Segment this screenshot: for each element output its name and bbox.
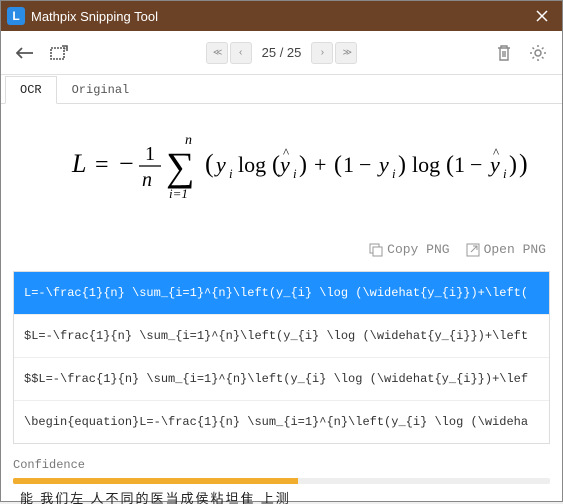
svg-text:i=1: i=1: [169, 186, 188, 201]
titlebar: L Mathpix Snipping Tool: [1, 1, 562, 31]
app-logo: L: [7, 7, 25, 25]
svg-text:1: 1: [343, 152, 354, 177]
svg-text:y: y: [278, 152, 290, 177]
svg-text:∑: ∑: [166, 144, 195, 189]
window-title: Mathpix Snipping Tool: [31, 9, 522, 24]
open-png-label: Open PNG: [484, 242, 546, 257]
list-item[interactable]: \begin{equation}L=-\frac{1}{n} \sum_{i=1…: [14, 400, 549, 443]
formula-display: L = − 1 n n ∑ i=1 ( y i log ( ^ y i ) + …: [1, 104, 562, 234]
tab-ocr[interactable]: OCR: [5, 76, 57, 104]
confidence-bar-fill: [13, 478, 298, 484]
confidence-label: Confidence: [13, 458, 550, 472]
close-button[interactable]: [522, 1, 562, 31]
svg-text:i: i: [229, 166, 233, 181]
close-icon: [536, 10, 548, 22]
tabs: OCR Original: [1, 75, 562, 104]
settings-button[interactable]: [524, 39, 552, 67]
gear-icon: [529, 44, 547, 62]
tab-original[interactable]: Original: [57, 76, 145, 104]
svg-text:i: i: [503, 166, 507, 181]
copy-icon: [369, 243, 383, 257]
copy-png-button[interactable]: Copy PNG: [369, 242, 449, 257]
svg-text:+: +: [314, 152, 326, 177]
confidence-bar: [13, 478, 550, 484]
snip-button[interactable]: [45, 39, 73, 67]
image-actions: Copy PNG Open PNG: [1, 234, 562, 265]
toolbar: ≪ ‹ 25 / 25 › ≫: [1, 31, 562, 75]
svg-text:): ): [509, 152, 517, 178]
svg-text:): ): [519, 149, 527, 178]
svg-text:−: −: [359, 152, 371, 177]
last-page-button[interactable]: ≫: [335, 42, 357, 64]
next-page-button[interactable]: ›: [311, 42, 333, 64]
svg-text:i: i: [392, 166, 396, 181]
delete-button[interactable]: [490, 39, 518, 67]
svg-text:1: 1: [145, 143, 155, 165]
svg-text:y: y: [377, 152, 389, 177]
page-indicator: 25 / 25: [262, 45, 302, 60]
svg-text:(: (: [446, 152, 454, 178]
svg-text:y: y: [488, 152, 500, 177]
trash-icon: [496, 44, 512, 62]
svg-text:): ): [398, 152, 406, 178]
back-button[interactable]: [11, 39, 39, 67]
svg-text:=: =: [95, 152, 109, 178]
svg-text:log: log: [412, 152, 440, 177]
arrow-left-icon: [16, 46, 34, 60]
snip-icon: [50, 45, 68, 61]
app-window: L Mathpix Snipping Tool ≪ ‹ 25 / 25 › ≫ …: [0, 0, 563, 502]
rendered-formula: L = − 1 n n ∑ i=1 ( y i log ( ^ y i ) + …: [37, 124, 527, 204]
confidence-section: Confidence: [1, 454, 562, 492]
first-page-button[interactable]: ≪: [206, 42, 228, 64]
svg-text:1: 1: [454, 152, 465, 177]
pager: ≪ ‹ 25 / 25 › ≫: [206, 42, 358, 64]
copy-png-label: Copy PNG: [387, 242, 449, 257]
prev-page-button[interactable]: ‹: [230, 42, 252, 64]
open-png-button[interactable]: Open PNG: [466, 242, 546, 257]
svg-text:−: −: [119, 149, 134, 178]
svg-text:(: (: [334, 152, 342, 178]
svg-text:(: (: [205, 149, 214, 178]
svg-text:L: L: [71, 149, 86, 178]
svg-text:log: log: [238, 152, 266, 177]
svg-text:i: i: [293, 166, 297, 181]
svg-text:n: n: [142, 169, 152, 191]
list-item[interactable]: $L=-\frac{1}{n} \sum_{i=1}^{n}\left(y_{i…: [14, 314, 549, 357]
svg-text:): ): [299, 152, 307, 178]
list-item[interactable]: L=-\frac{1}{n} \sum_{i=1}^{n}\left(y_{i}…: [14, 272, 549, 314]
svg-text:(: (: [272, 152, 280, 178]
latex-output-list: L=-\frac{1}{n} \sum_{i=1}^{n}\left(y_{i}…: [13, 271, 550, 444]
list-item[interactable]: $$L=-\frac{1}{n} \sum_{i=1}^{n}\left(y_{…: [14, 357, 549, 400]
open-icon: [466, 243, 480, 257]
svg-text:y: y: [214, 152, 226, 177]
svg-text:−: −: [470, 152, 482, 177]
